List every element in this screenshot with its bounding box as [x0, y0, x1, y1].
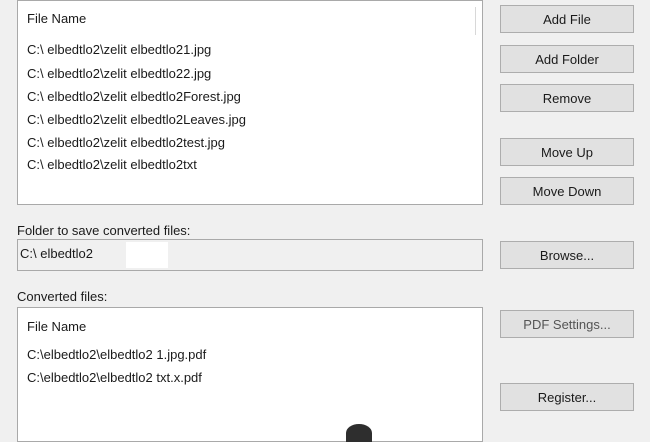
output-folder-field[interactable]: C:\ elbedtlo2	[17, 239, 483, 271]
move-down-button[interactable]: Move Down	[500, 177, 634, 205]
output-folder-label: Folder to save converted files:	[17, 223, 191, 238]
list-item[interactable]: C:\ elbedtlo2\zelit elbedtlo22.jpg	[27, 66, 211, 81]
redaction-box	[126, 242, 168, 268]
pdf-settings-button[interactable]: PDF Settings...	[500, 310, 634, 338]
file-name-column-header[interactable]: File Name	[27, 319, 86, 334]
list-item[interactable]: C:\ elbedtlo2\zelit elbedtlo2test.jpg	[27, 135, 225, 150]
list-item[interactable]: C:\ elbedtlo2\zelit elbedtlo2Forest.jpg	[27, 89, 241, 104]
register-button[interactable]: Register...	[500, 383, 634, 411]
add-file-button[interactable]: Add File	[500, 5, 634, 33]
list-item[interactable]: C:\elbedtlo2\elbedtlo2 1.jpg.pdf	[27, 347, 206, 362]
list-item[interactable]: C:\elbedtlo2\elbedtlo2 txt.x.pdf	[27, 370, 202, 385]
remove-button[interactable]: Remove	[500, 84, 634, 112]
converted-files-label: Converted files:	[17, 289, 108, 304]
file-name-column-header[interactable]: File Name	[27, 11, 86, 26]
mouse-cursor-icon	[346, 424, 372, 442]
list-item[interactable]: C:\ elbedtlo2\zelit elbedtlo2txt	[27, 157, 197, 172]
output-folder-value: C:\ elbedtlo2	[20, 246, 93, 261]
source-file-list[interactable]: File Name C:\ elbedtlo2\zelit elbedtlo21…	[17, 0, 483, 205]
list-divider	[475, 7, 476, 35]
list-item[interactable]: C:\ elbedtlo2\zelit elbedtlo2Leaves.jpg	[27, 112, 246, 127]
move-up-button[interactable]: Move Up	[500, 138, 634, 166]
browse-button[interactable]: Browse...	[500, 241, 634, 269]
list-item[interactable]: C:\ elbedtlo2\zelit elbedtlo21.jpg	[27, 42, 211, 57]
add-folder-button[interactable]: Add Folder	[500, 45, 634, 73]
converted-file-list[interactable]: File Name C:\elbedtlo2\elbedtlo2 1.jpg.p…	[17, 307, 483, 442]
